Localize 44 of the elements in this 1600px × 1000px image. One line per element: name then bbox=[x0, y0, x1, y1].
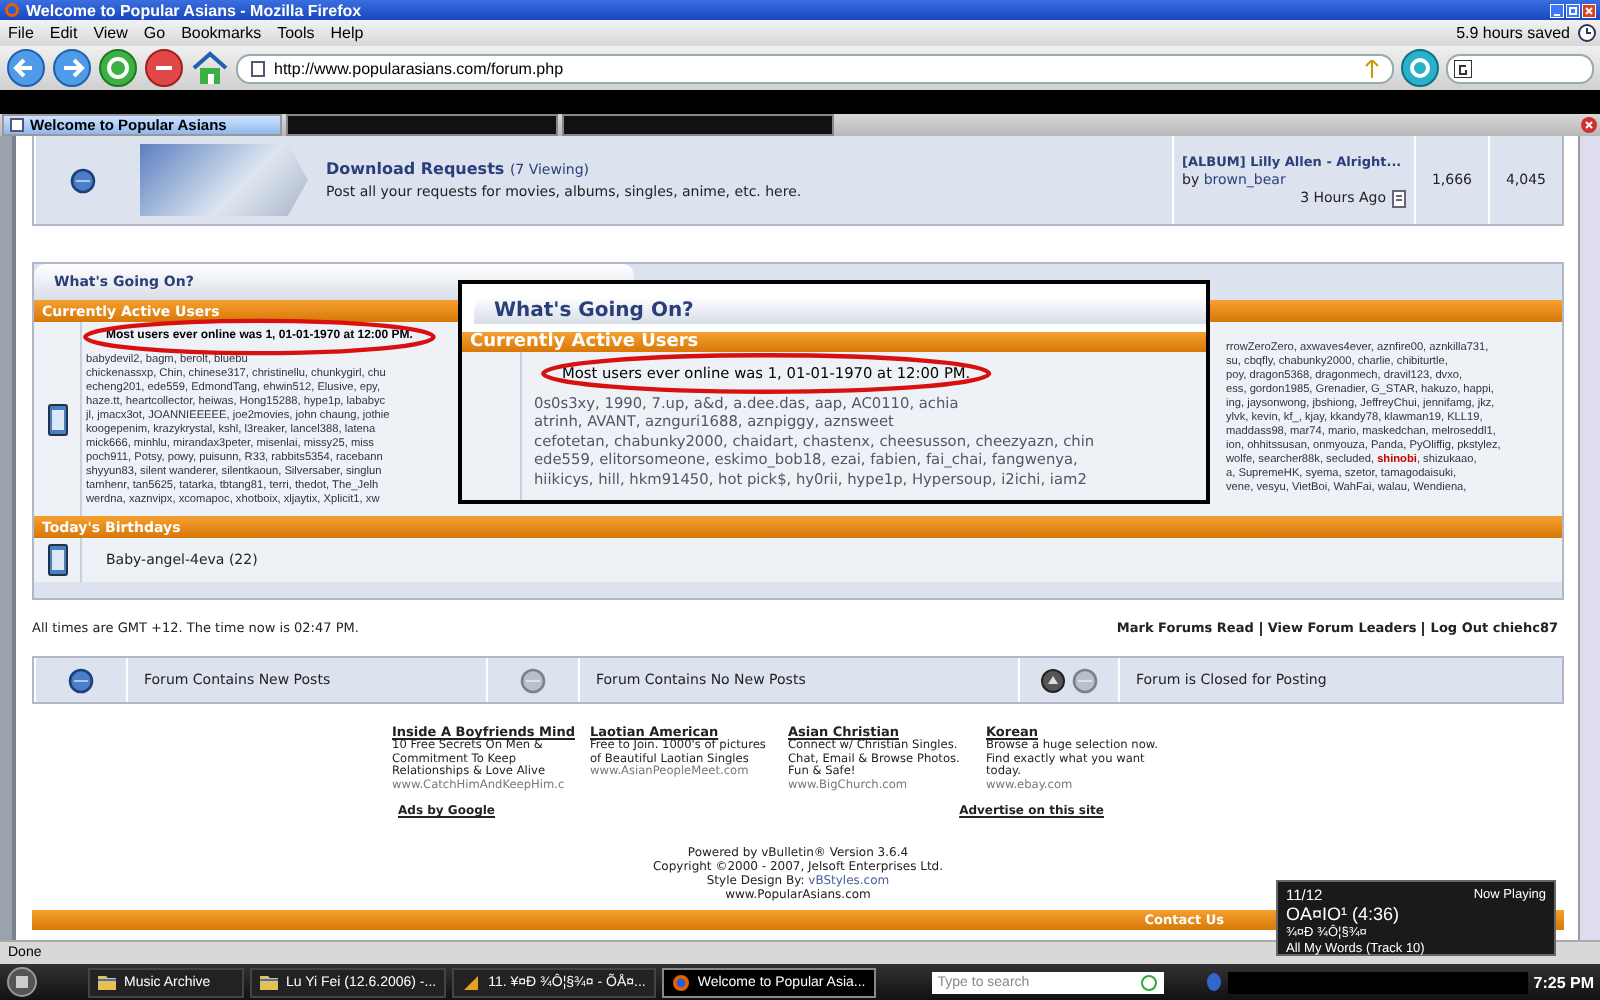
firefox-icon bbox=[671, 973, 690, 991]
menu-item[interactable]: Go bbox=[139, 24, 170, 42]
minimize-icon[interactable] bbox=[1550, 3, 1564, 17]
track-title: OA¤IO¹ (4:36) bbox=[1286, 904, 1402, 924]
menu-item[interactable]: Help bbox=[326, 24, 368, 42]
menu-item[interactable]: View bbox=[89, 24, 132, 42]
music-player-icon bbox=[462, 973, 481, 991]
close-icon[interactable] bbox=[1582, 3, 1596, 17]
locked-icon bbox=[1040, 667, 1066, 693]
home-icon[interactable] bbox=[190, 48, 230, 88]
search-field[interactable] bbox=[1446, 53, 1594, 83]
new-posts-icon bbox=[69, 167, 95, 193]
page-icon bbox=[10, 118, 24, 132]
clock: 7:25 PM bbox=[1533, 973, 1594, 991]
menu-item[interactable]: Tools bbox=[273, 24, 319, 42]
window-title: Welcome to Popular Asians - Mozilla Firefox bbox=[26, 1, 364, 19]
online-users-icon bbox=[47, 544, 67, 576]
stop-icon[interactable] bbox=[144, 48, 184, 88]
search-engine-icon bbox=[1454, 59, 1472, 77]
close-tab-icon[interactable] bbox=[1580, 116, 1598, 134]
address-bar[interactable]: http://www.popularasians.com/forum.php bbox=[236, 53, 1394, 83]
reload-icon[interactable] bbox=[98, 48, 138, 88]
go-to-post-icon[interactable] bbox=[1392, 189, 1406, 207]
forward-icon[interactable] bbox=[52, 48, 92, 88]
folder-icon bbox=[260, 974, 278, 990]
bookmark-icon[interactable] bbox=[1364, 59, 1380, 77]
go-icon[interactable] bbox=[1400, 48, 1440, 88]
menu-item[interactable]: File bbox=[4, 24, 38, 42]
new-posts-icon bbox=[68, 667, 94, 693]
folder-icon bbox=[98, 974, 116, 990]
section-title: What's Going On? bbox=[474, 296, 1206, 324]
online-users-icon bbox=[47, 403, 67, 435]
page-icon bbox=[250, 59, 266, 77]
maximize-icon[interactable] bbox=[1566, 3, 1580, 17]
menu-item[interactable]: Bookmarks bbox=[177, 24, 266, 42]
firefox-icon bbox=[4, 2, 20, 18]
no-new-posts-icon bbox=[520, 667, 546, 693]
no-new-posts-icon bbox=[1072, 667, 1098, 693]
back-icon[interactable] bbox=[6, 48, 46, 88]
menu-item[interactable]: Edit bbox=[45, 24, 82, 42]
hours-saved-text: 5.9 hours saved bbox=[1456, 24, 1570, 42]
section-header-bar: Currently Active Users bbox=[462, 332, 1206, 352]
clock-icon bbox=[1578, 24, 1596, 42]
start-button[interactable] bbox=[6, 966, 38, 998]
